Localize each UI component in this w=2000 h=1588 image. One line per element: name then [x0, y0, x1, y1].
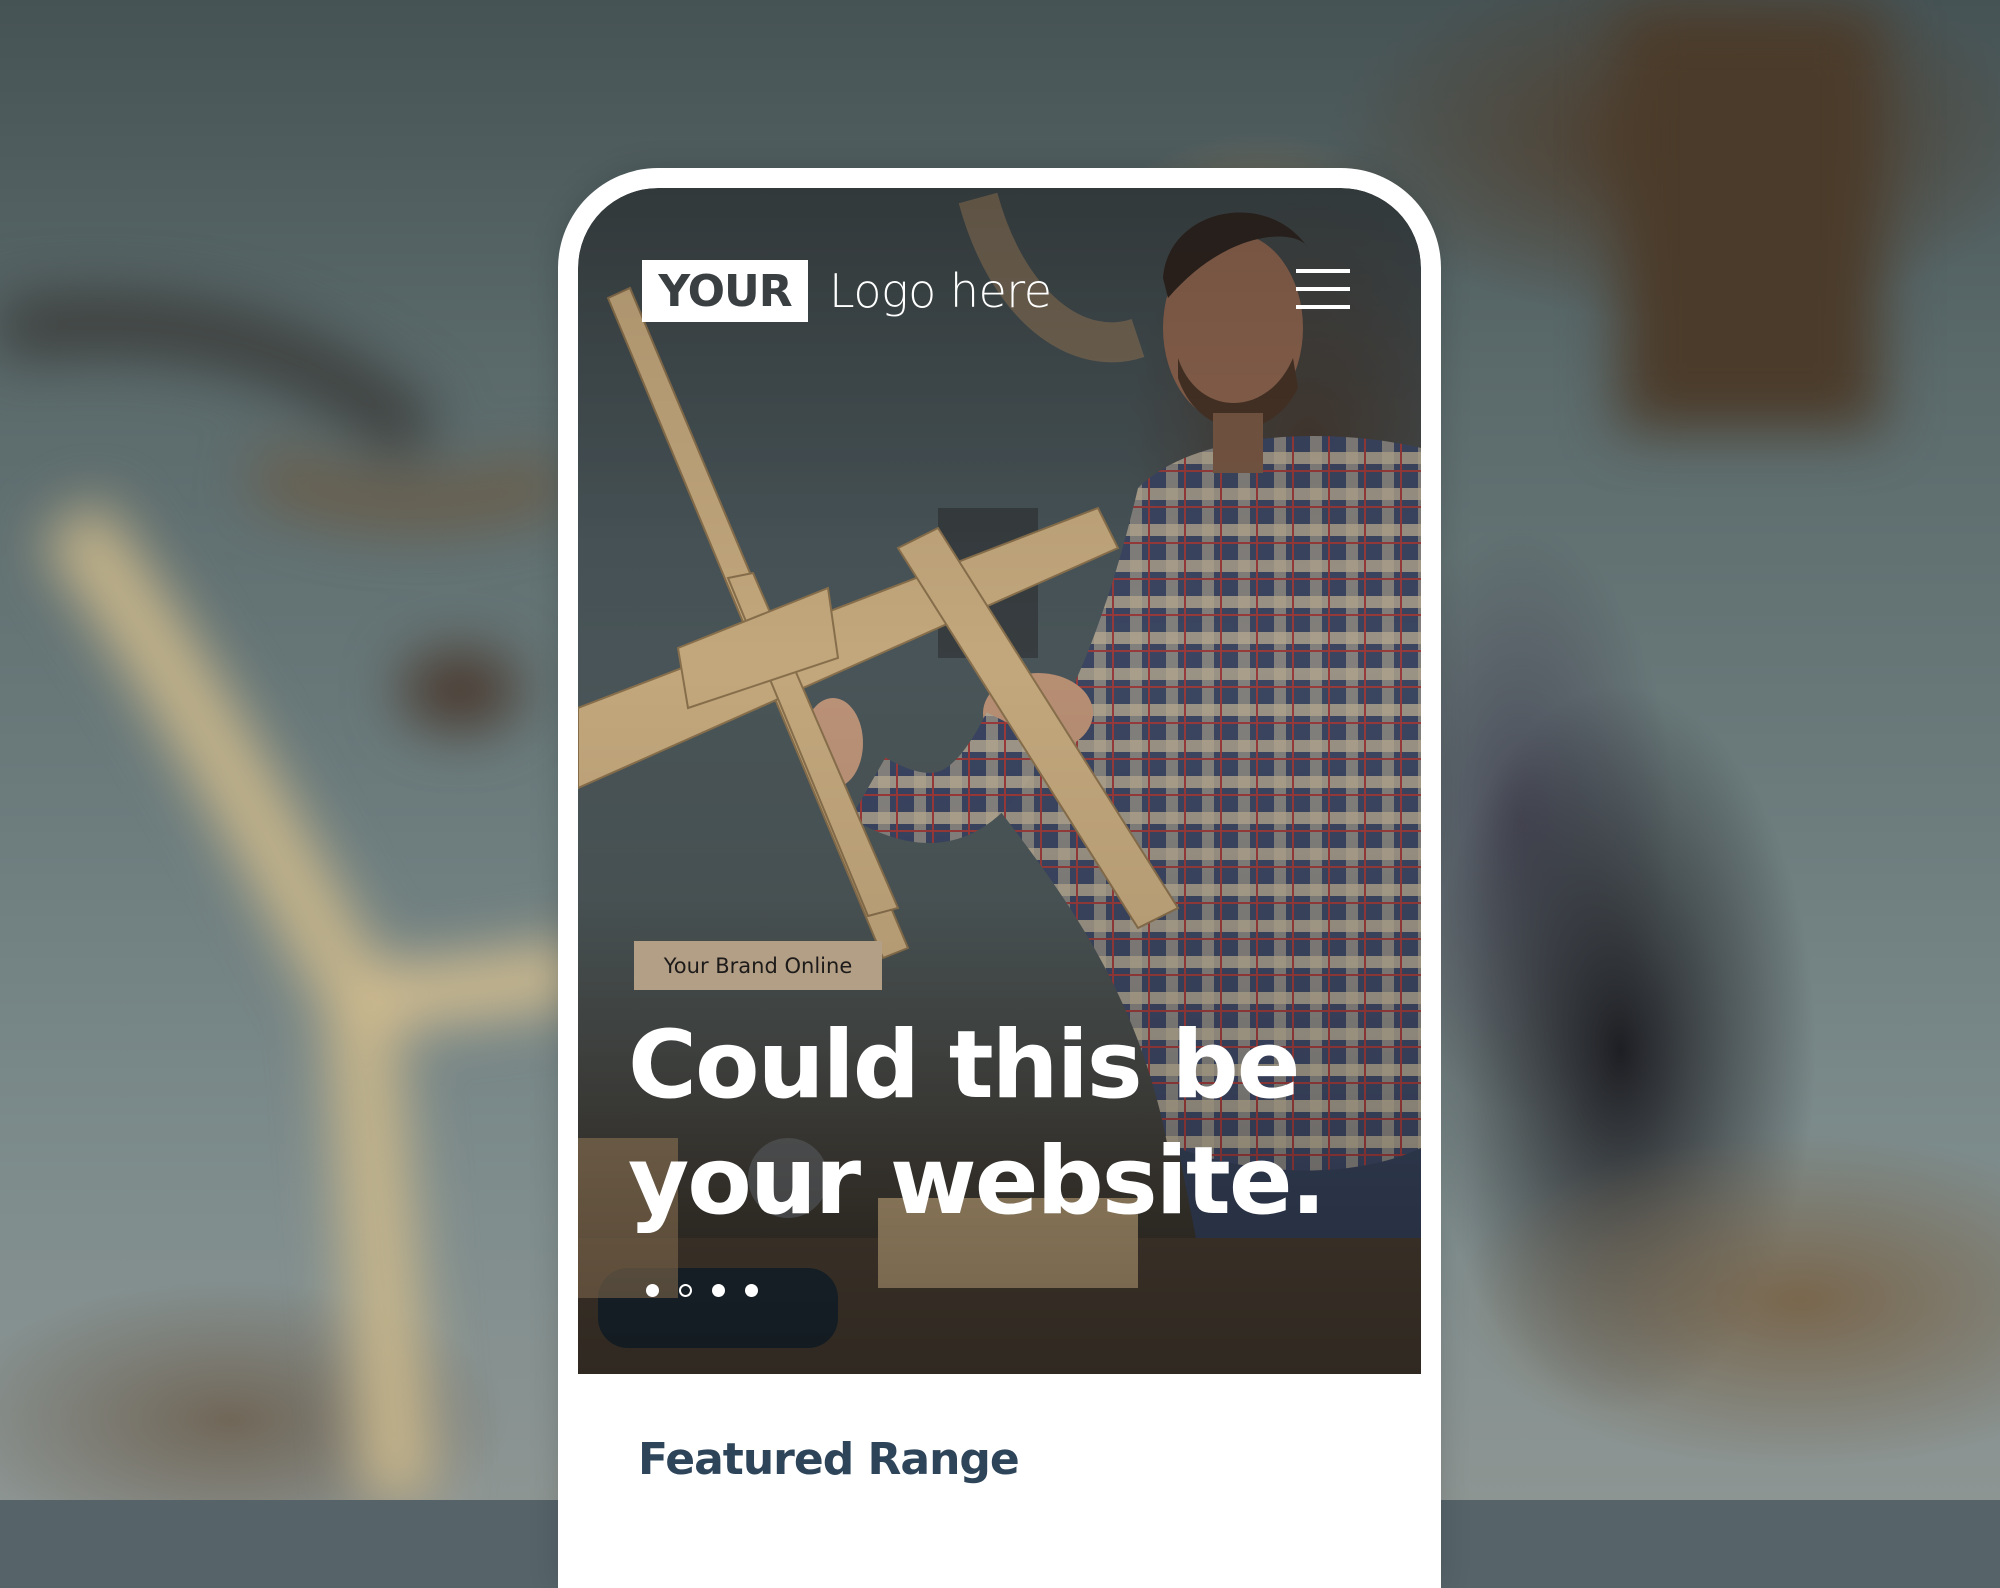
brand-badge: Your Brand Online	[634, 941, 882, 990]
hero-headline-line-1: Could this be	[628, 1011, 1301, 1120]
logo[interactable]: YOUR	[642, 260, 808, 322]
menu-line	[1296, 287, 1350, 291]
carousel-dot-4[interactable]	[745, 1284, 758, 1297]
featured-range-heading: Featured Range	[638, 1434, 1020, 1485]
phone-frame: YOUR Logo here Your Brand Online Could t…	[558, 168, 1441, 1588]
carousel-dot-1[interactable]	[646, 1284, 659, 1297]
carousel-dot-3[interactable]	[712, 1284, 725, 1297]
carousel-dots	[646, 1284, 758, 1298]
carousel-dot-2-active[interactable]	[679, 1284, 692, 1297]
hero-headline: Could this be your website.	[628, 1008, 1388, 1240]
hero-headline-line-2: your website.	[628, 1127, 1326, 1236]
hamburger-menu-icon[interactable]	[1292, 264, 1354, 314]
hero-banner: YOUR Logo here Your Brand Online Could t…	[578, 188, 1421, 1374]
logo-mark: YOUR	[658, 265, 792, 317]
menu-line	[1296, 305, 1350, 309]
menu-line	[1296, 269, 1350, 273]
logo-text: Logo here	[829, 264, 1052, 318]
phone-screen: YOUR Logo here Your Brand Online Could t…	[578, 188, 1421, 1588]
